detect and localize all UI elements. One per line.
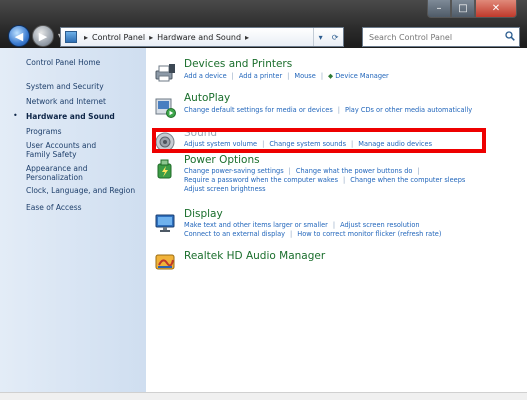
- monitor-icon[interactable]: [154, 212, 176, 234]
- link-divider: |: [290, 230, 293, 238]
- sidebar-item-network-and-internet[interactable]: Network and Internet: [26, 97, 140, 106]
- control-panel-icon: [65, 31, 77, 43]
- sidebar-item-hardware-and-sound: Hardware and Sound: [26, 112, 115, 121]
- devices-and-printers-link[interactable]: Devices and Printers: [184, 58, 292, 70]
- status-bar: [0, 392, 527, 400]
- breadcrumb-separator-icon: ▸: [149, 32, 154, 42]
- link-divider: |: [332, 221, 336, 229]
- require-password-on-wake-link[interactable]: Require a password when the computer wak…: [184, 176, 338, 184]
- breadcrumb-separator-icon: ▸: [84, 32, 89, 42]
- sidebar-item-control-panel-home[interactable]: Control Panel Home: [26, 58, 140, 67]
- link-divider: |: [287, 72, 290, 80]
- make-text-larger-link[interactable]: Make text and other items larger or smal…: [184, 221, 328, 229]
- main-content: Devices and Printers Add a device | Add a …: [146, 48, 527, 400]
- sidebar-item-programs[interactable]: Programs: [26, 127, 140, 136]
- add-printer-link[interactable]: Add a printer: [239, 72, 282, 80]
- sidebar-item-appearance[interactable]: Appearance and Personalization: [26, 164, 106, 182]
- play-cds-automatically-link[interactable]: Play CDs or other media automatically: [345, 106, 472, 114]
- breadcrumb-separator-icon: ▸: [245, 32, 250, 42]
- sidebar-item-system-and-security[interactable]: System and Security: [26, 82, 140, 91]
- current-page-bullet-icon: •: [13, 111, 18, 120]
- change-power-buttons-link[interactable]: Change what the power buttons do: [296, 167, 413, 175]
- control-panel-window: – □ ✕ ◀ ▶ ▼ ▸ Control Panel ▸ Hardware a…: [0, 0, 527, 400]
- sidebar-item-clock-language-region[interactable]: Clock, Language, and Region: [26, 186, 140, 195]
- link-divider: |: [320, 72, 324, 80]
- power-options-link[interactable]: Power Options: [184, 154, 260, 166]
- power-icon[interactable]: [154, 158, 176, 180]
- add-device-link[interactable]: Add a device: [184, 72, 227, 80]
- refresh-icon[interactable]: ⟳: [332, 33, 339, 42]
- link-divider: |: [288, 167, 291, 175]
- breadcrumb-hardware-and-sound[interactable]: Hardware and Sound: [157, 33, 241, 42]
- back-button[interactable]: ◀: [8, 25, 30, 47]
- change-default-media-settings-link[interactable]: Change default settings for media or dev…: [184, 106, 333, 114]
- autoplay-link[interactable]: AutoPlay: [184, 92, 230, 104]
- address-controls: ▾ ⟳: [313, 28, 343, 46]
- highlight-annotation-box: [152, 128, 486, 153]
- link-divider: |: [231, 72, 234, 80]
- mouse-link[interactable]: Mouse: [294, 72, 315, 80]
- devices-and-printers-links: Add a device | Add a printer | Mouse | ◆ Devic…: [184, 72, 389, 81]
- sidebar: Control Panel Home System and Security N…: [0, 48, 146, 400]
- display-links-row-1: Make text and other items larger or smal…: [184, 221, 420, 230]
- search-input[interactable]: [369, 32, 499, 42]
- forward-button[interactable]: ▶: [32, 25, 54, 47]
- adjust-screen-resolution-link[interactable]: Adjust screen resolution: [340, 221, 419, 229]
- close-button[interactable]: ✕: [475, 0, 517, 18]
- change-sleep-time-link[interactable]: Change when the computer sleeps: [350, 176, 465, 184]
- autoplay-icon[interactable]: [154, 96, 176, 118]
- search-icon[interactable]: [505, 31, 515, 41]
- address-bar[interactable]: ▸ Control Panel ▸ Hardware and Sound ▸ ▾…: [60, 27, 344, 47]
- power-options-links-row-1: Change power-saving settings | Change what…: [184, 167, 425, 176]
- power-options-links-row-2: Require a password when the computer wak…: [184, 176, 465, 185]
- address-dropdown-icon[interactable]: ▾: [319, 33, 323, 42]
- minimize-button[interactable]: –: [427, 0, 451, 18]
- search-box[interactable]: [362, 27, 520, 47]
- sidebar-item-ease-of-access[interactable]: Ease of Access: [26, 203, 140, 212]
- realtek-hd-audio-manager-link[interactable]: Realtek HD Audio Manager: [184, 250, 325, 262]
- device-manager-link[interactable]: Device Manager: [335, 72, 389, 80]
- adjust-screen-brightness-link[interactable]: Adjust screen brightness: [184, 185, 266, 193]
- printer-icon[interactable]: [154, 62, 176, 84]
- breadcrumb-control-panel[interactable]: Control Panel: [92, 33, 145, 42]
- autoplay-links: Change default settings for media or dev…: [184, 106, 472, 115]
- display-links-row-2: Connect to an external display | How to co…: [184, 230, 441, 239]
- maximize-button[interactable]: □: [451, 0, 475, 18]
- back-arrow-icon: ◀: [14, 29, 24, 43]
- power-options-links-row-3: Adjust screen brightness: [184, 185, 266, 194]
- correct-monitor-flicker-link[interactable]: How to correct monitor flicker (refresh …: [297, 230, 441, 238]
- link-divider: |: [417, 167, 420, 175]
- forward-arrow-icon: ▶: [38, 29, 48, 43]
- link-divider: |: [343, 176, 346, 184]
- display-link[interactable]: Display: [184, 208, 223, 220]
- window-controls: – □ ✕: [427, 0, 517, 18]
- link-divider: |: [337, 106, 340, 114]
- sidebar-item-user-accounts[interactable]: User Accounts and Family Safety: [26, 141, 116, 159]
- connect-external-display-link[interactable]: Connect to an external display: [184, 230, 285, 238]
- realtek-icon[interactable]: [154, 251, 176, 273]
- change-power-saving-settings-link[interactable]: Change power-saving settings: [184, 167, 284, 175]
